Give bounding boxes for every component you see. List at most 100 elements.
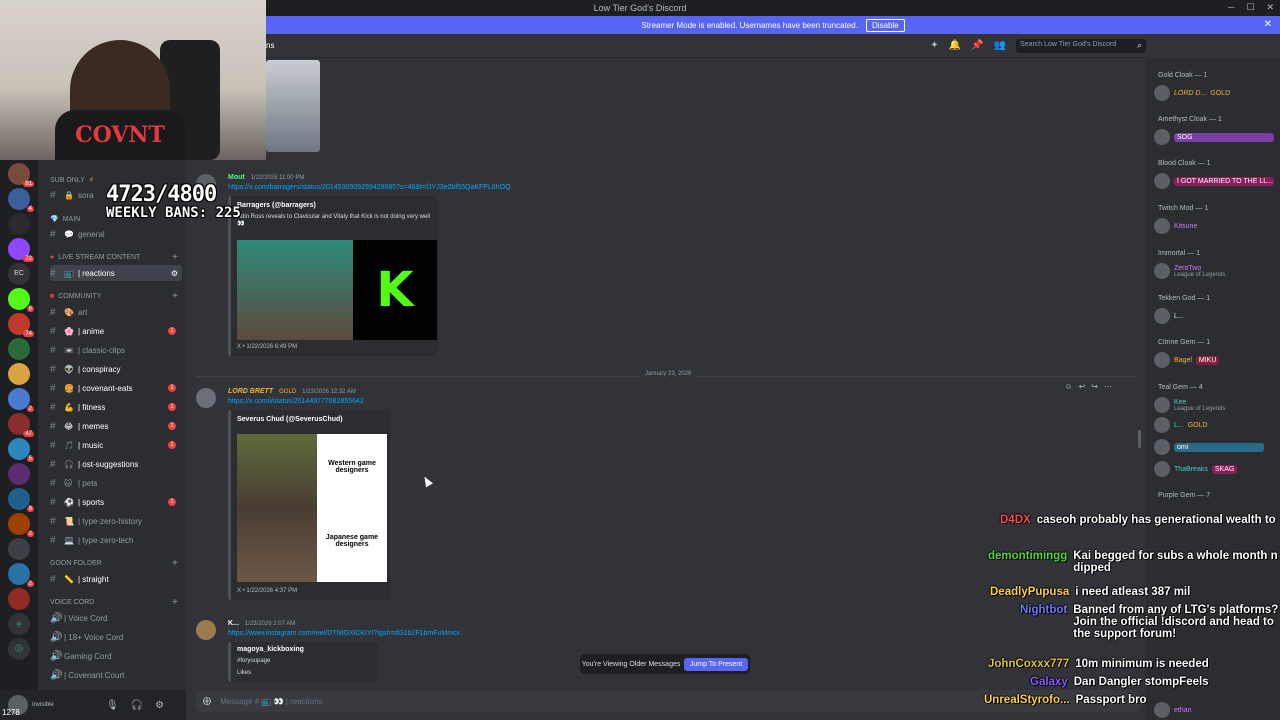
embed-title[interactable]: magoya_kickboxing (237, 646, 304, 653)
category-community[interactable]: ■ COMMUNITY + (50, 291, 178, 302)
voice-channel-gaming-cord[interactable]: 🔊 Gaming Cord (50, 648, 182, 664)
kick-logo-image[interactable]: K (353, 240, 437, 340)
channel-art[interactable]: # 🎨 art (50, 304, 182, 320)
avatar[interactable] (196, 388, 216, 408)
channel-ost-suggestions[interactable]: # 🎧 | ost-suggestions (50, 456, 182, 472)
member-item[interactable]: Bagel MIKU (1154, 351, 1278, 369)
member-item[interactable]: Kitsune (1154, 217, 1278, 235)
channel-memes[interactable]: # 😂 | memes 1 (50, 418, 182, 434)
more-icon[interactable]: ⋯ (1104, 382, 1112, 391)
members-icon[interactable]: 👥 (994, 40, 1006, 51)
member-item[interactable]: omi (1154, 438, 1278, 456)
disable-button[interactable]: Disable (865, 18, 905, 32)
settings-gear-icon[interactable]: ⚙ (155, 700, 164, 711)
channel-type-zero-history[interactable]: # 📜 | type-zero-history (50, 513, 182, 529)
embed-title[interactable]: Severus Chud (@SeverusChud) (237, 416, 343, 423)
microphone-icon[interactable]: 🎙 (106, 700, 119, 711)
threads-icon[interactable]: ✦ (930, 40, 938, 51)
channel-music[interactable]: # 🎵 | music 1 (50, 437, 182, 453)
server-icon[interactable] (8, 588, 30, 610)
channel-classic-clips[interactable]: # 📼 | classic-clips (50, 342, 182, 358)
close-icon[interactable]: ✕ (1266, 2, 1274, 13)
message-link[interactable]: https://www.instagram.com/reel/DTNtGXiCK… (228, 630, 460, 637)
reply-icon[interactable]: ↩ (1079, 382, 1086, 391)
avatar[interactable] (196, 620, 216, 640)
server-icon[interactable]: 4 (8, 188, 34, 212)
channel-conspiracy[interactable]: # 👽 | conspiracy (50, 361, 182, 377)
jump-to-present-button[interactable]: Jump To Present (683, 657, 749, 671)
message-link[interactable]: https://x.com/i/status/2014497770828556​… (228, 398, 364, 405)
banner-close-icon[interactable]: ✕ (1264, 19, 1272, 30)
member-item[interactable]: I GOT MARRIED TO THE LL... (1154, 172, 1278, 190)
voice-channel-covenant-court[interactable]: 🔊 | Covenant Court (50, 667, 182, 683)
message-image[interactable] (266, 60, 320, 152)
server-icon[interactable]: 2 (8, 513, 34, 537)
notification-icon[interactable]: 🔔 (949, 40, 961, 51)
channel-general[interactable]: # 💬 general (50, 226, 182, 242)
explore-icon[interactable]: ◎ (8, 638, 30, 660)
member-item[interactable]: ZeroTwo League of Legends (1154, 262, 1278, 280)
search-icon[interactable]: ⌕ (1137, 40, 1142, 51)
server-icon[interactable]: 72 (8, 238, 34, 262)
message-author[interactable]: Mout (228, 174, 245, 181)
search-input[interactable]: Search Low Tier God's Discord (1016, 39, 1146, 53)
server-icon[interactable]: 2 (8, 563, 34, 587)
category-main[interactable]: 💎 MAIN (50, 215, 80, 224)
category-voice-cord[interactable]: VOICE CORD + (50, 597, 178, 608)
member-item[interactable]: LORD D... GOLD (1154, 84, 1278, 102)
server-icon[interactable]: 81 (8, 163, 34, 187)
embed-title[interactable]: Barragers (@barragers) (237, 202, 316, 209)
message-author[interactable]: LORD BRETT (228, 388, 273, 395)
server-icon[interactable]: 2 (8, 388, 34, 412)
category-goon-folder[interactable]: GOON FOLDER + (50, 558, 178, 569)
server-icon[interactable] (8, 463, 30, 485)
member-item[interactable]: Kee League of Legends (1154, 396, 1278, 414)
member-item[interactable]: L... GOLD (1154, 416, 1278, 434)
channel-fitness[interactable]: # 💪 | fitness 1 (50, 399, 182, 415)
add-attachment-icon[interactable]: ⊕ (202, 694, 212, 708)
message-link[interactable]: https://x.com/barragers/status/201453090… (228, 184, 511, 191)
channel-pets[interactable]: # 🐱 | pets (50, 475, 182, 491)
embed-image[interactable] (237, 240, 353, 340)
forward-icon[interactable]: ↪ (1091, 382, 1098, 391)
channel-type-zero-tech[interactable]: # 💻 | type-zero-tech (50, 532, 182, 548)
member-group-title: Purple Gem — 7 (1158, 492, 1211, 499)
pin-icon[interactable]: 📌 (971, 40, 983, 51)
member-item[interactable]: ThaBreaks SKAG (1154, 460, 1278, 478)
message-author[interactable]: K... (228, 620, 239, 627)
server-icon[interactable]: 47 (8, 413, 34, 437)
embed-image[interactable] (237, 434, 317, 582)
chat-line: JohnCoxxx777 10m minimum is needed (988, 658, 1209, 670)
message-input[interactable]: Message # 📺 👀 | reactions (220, 697, 322, 706)
channel-straight[interactable]: # 📏 | straight (50, 571, 182, 587)
maximize-icon[interactable]: ☐ (1246, 2, 1254, 13)
channel-sports[interactable]: # ⚽ | sports 1 (50, 494, 182, 510)
member-item[interactable]: L... (1154, 307, 1278, 325)
scrollbar[interactable] (1138, 430, 1141, 448)
category-live-stream[interactable]: ● LIVE STREAM CONTENT + (50, 252, 178, 263)
window-controls: ─ ☐ ✕ (1228, 2, 1274, 13)
caption-western: Western game designers (328, 460, 376, 474)
channel-anime[interactable]: # 🌸 | anime 1 (50, 323, 182, 339)
server-icon[interactable] (8, 538, 30, 560)
server-icon[interactable]: 5 (8, 438, 34, 462)
server-icon[interactable]: 9 (8, 488, 34, 512)
channel-reactions[interactable]: # 📺 | reactions ⚙ (50, 265, 182, 281)
voice-channel-voice-cord[interactable]: 🔊 | Voice Cord (50, 610, 182, 626)
server-icon[interactable] (8, 338, 30, 360)
server-icon[interactable]: 74 (8, 313, 34, 337)
headphones-icon[interactable]: 🎧 (131, 700, 143, 711)
server-icon[interactable] (8, 363, 30, 385)
ban-counter-overlay: 4723/4800 WEEKLY BANS: 225 (106, 182, 241, 221)
tweet-embed: Severus Chud (@SeverusChud) Western game… (228, 410, 390, 600)
server-ec[interactable]: EC (8, 263, 30, 285)
server-icon[interactable] (8, 213, 30, 235)
member-item[interactable]: SOG (1154, 128, 1278, 146)
reaction-icon[interactable]: ☺ (1064, 382, 1072, 391)
server-icon[interactable]: 6 (8, 288, 34, 312)
add-server-icon[interactable]: + (8, 613, 30, 635)
voice-channel-18-voice-cord[interactable]: 🔊 | 18+ Voice Cord (50, 629, 182, 645)
minimize-icon[interactable]: ─ (1228, 2, 1234, 13)
category-sub-only[interactable]: SUB ONLY ⚡ (50, 176, 94, 185)
channel-covenant-eats[interactable]: # 🍔 | covenant-eats 1 (50, 380, 182, 396)
